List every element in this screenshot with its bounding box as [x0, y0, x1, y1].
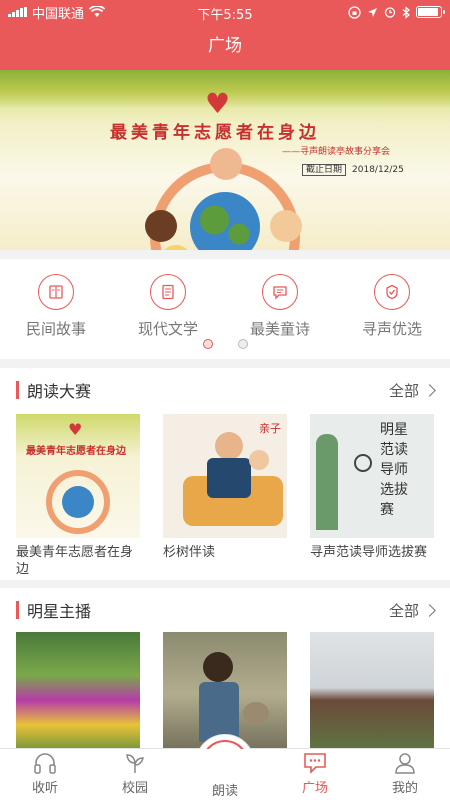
contest-title: 最美青年志愿者在身边 [16, 545, 134, 577]
tab-label: 朗读 [211, 784, 238, 799]
document-icon [150, 274, 186, 310]
tab-label: 广场 [301, 781, 328, 796]
tab-label: 收听 [31, 781, 58, 796]
star-hosts-section: 明星主播 全部 [0, 588, 450, 748]
tab-campus[interactable]: 校园 [90, 749, 180, 800]
status-bar: 中国联通 [0, 0, 450, 24]
category-grid: 民间故事 现代文学 最美童诗 寻声优选 [0, 259, 450, 359]
contest-card[interactable]: 明星 范读导师 选拔赛 寻声范读导师选拔赛 [310, 414, 434, 561]
view-all-button[interactable]: 全部 [389, 600, 436, 621]
category-label: 民间故事 [25, 320, 86, 338]
pager-dot-active[interactable] [202, 339, 213, 349]
host-card[interactable] [16, 632, 140, 748]
category-modern-literature[interactable]: 现代文学 [112, 274, 224, 339]
chevron-right-icon [423, 383, 436, 397]
contest-title: 杉树伴读 [163, 545, 216, 560]
section-title: 明星主播 [16, 598, 91, 622]
contest-title: 寻声范读导师选拔赛 [310, 545, 428, 560]
host-thumbnail [163, 632, 287, 748]
banner-deadline: 截止日期 2018/12/25 [302, 162, 404, 176]
carrier-label: 中国联通 [32, 6, 85, 22]
headphones-icon [32, 751, 58, 775]
category-pager [0, 339, 450, 349]
contest-card[interactable]: ♥ 最美青年志愿者在身边 最美青年志愿者在身边 [16, 414, 140, 578]
banner-title: 最美青年志愿者在身边 [110, 123, 320, 143]
contest-thumbnail: ♥ 最美青年志愿者在身边 [16, 414, 140, 538]
book-icon [38, 274, 74, 310]
bluetooth-icon [402, 5, 410, 19]
tab-mine[interactable]: 我的 [360, 749, 450, 800]
category-featured[interactable]: 寻声优选 [336, 274, 448, 339]
contest-thumbnail: 亲子 [163, 414, 287, 538]
person-icon [392, 751, 418, 775]
battery-icon [416, 6, 445, 18]
lock-rotation-icon [348, 5, 361, 19]
chevron-right-icon [423, 603, 436, 617]
heart-icon: ♥ [205, 87, 231, 120]
banner-subtitle: ——寻声朗读亭故事分享会 [282, 147, 391, 157]
category-label: 最美童诗 [249, 320, 310, 338]
host-card[interactable] [163, 632, 287, 748]
category-label: 寻声优选 [361, 320, 422, 338]
host-thumbnail [16, 632, 140, 748]
category-label: 现代文学 [137, 320, 198, 338]
page-title: 广场 [208, 36, 242, 56]
sprout-icon [122, 751, 148, 775]
host-thumbnail [310, 632, 434, 748]
contest-thumbnail: 明星 范读导师 选拔赛 [310, 414, 434, 538]
badge-icon [374, 274, 410, 310]
category-childrens-poetry[interactable]: 最美童诗 [224, 274, 336, 339]
banner-carousel[interactable]: ♥ 最美青年志愿者在身边 ——寻声朗读亭故事分享会 截止日期 2018/12/25 [0, 70, 450, 250]
signal-icon [8, 7, 27, 17]
host-card[interactable] [310, 632, 434, 748]
square-chat-icon [302, 751, 328, 775]
chat-icon [262, 274, 298, 310]
tab-label: 校园 [121, 781, 148, 796]
reading-contest-section: 朗读大赛 全部 ♥ 最美青年志愿者在身边 最美青年志愿者在身边 亲子 杉树伴读 … [0, 368, 450, 580]
section-title: 朗读大赛 [16, 378, 91, 402]
contest-card[interactable]: 亲子 杉树伴读 [163, 414, 287, 561]
wifi-icon [89, 6, 106, 17]
pager-dot[interactable] [237, 339, 248, 349]
tab-label: 我的 [391, 781, 418, 796]
app-header: 中国联通 下午5:55 广场 [0, 0, 450, 70]
category-folk-stories[interactable]: 民间故事 [0, 274, 112, 339]
view-all-button[interactable]: 全部 [389, 380, 436, 401]
location-icon [368, 7, 377, 17]
tab-square[interactable]: 广场 [270, 749, 360, 800]
tab-listen[interactable]: 收听 [0, 749, 90, 800]
alarm-icon [384, 7, 396, 18]
